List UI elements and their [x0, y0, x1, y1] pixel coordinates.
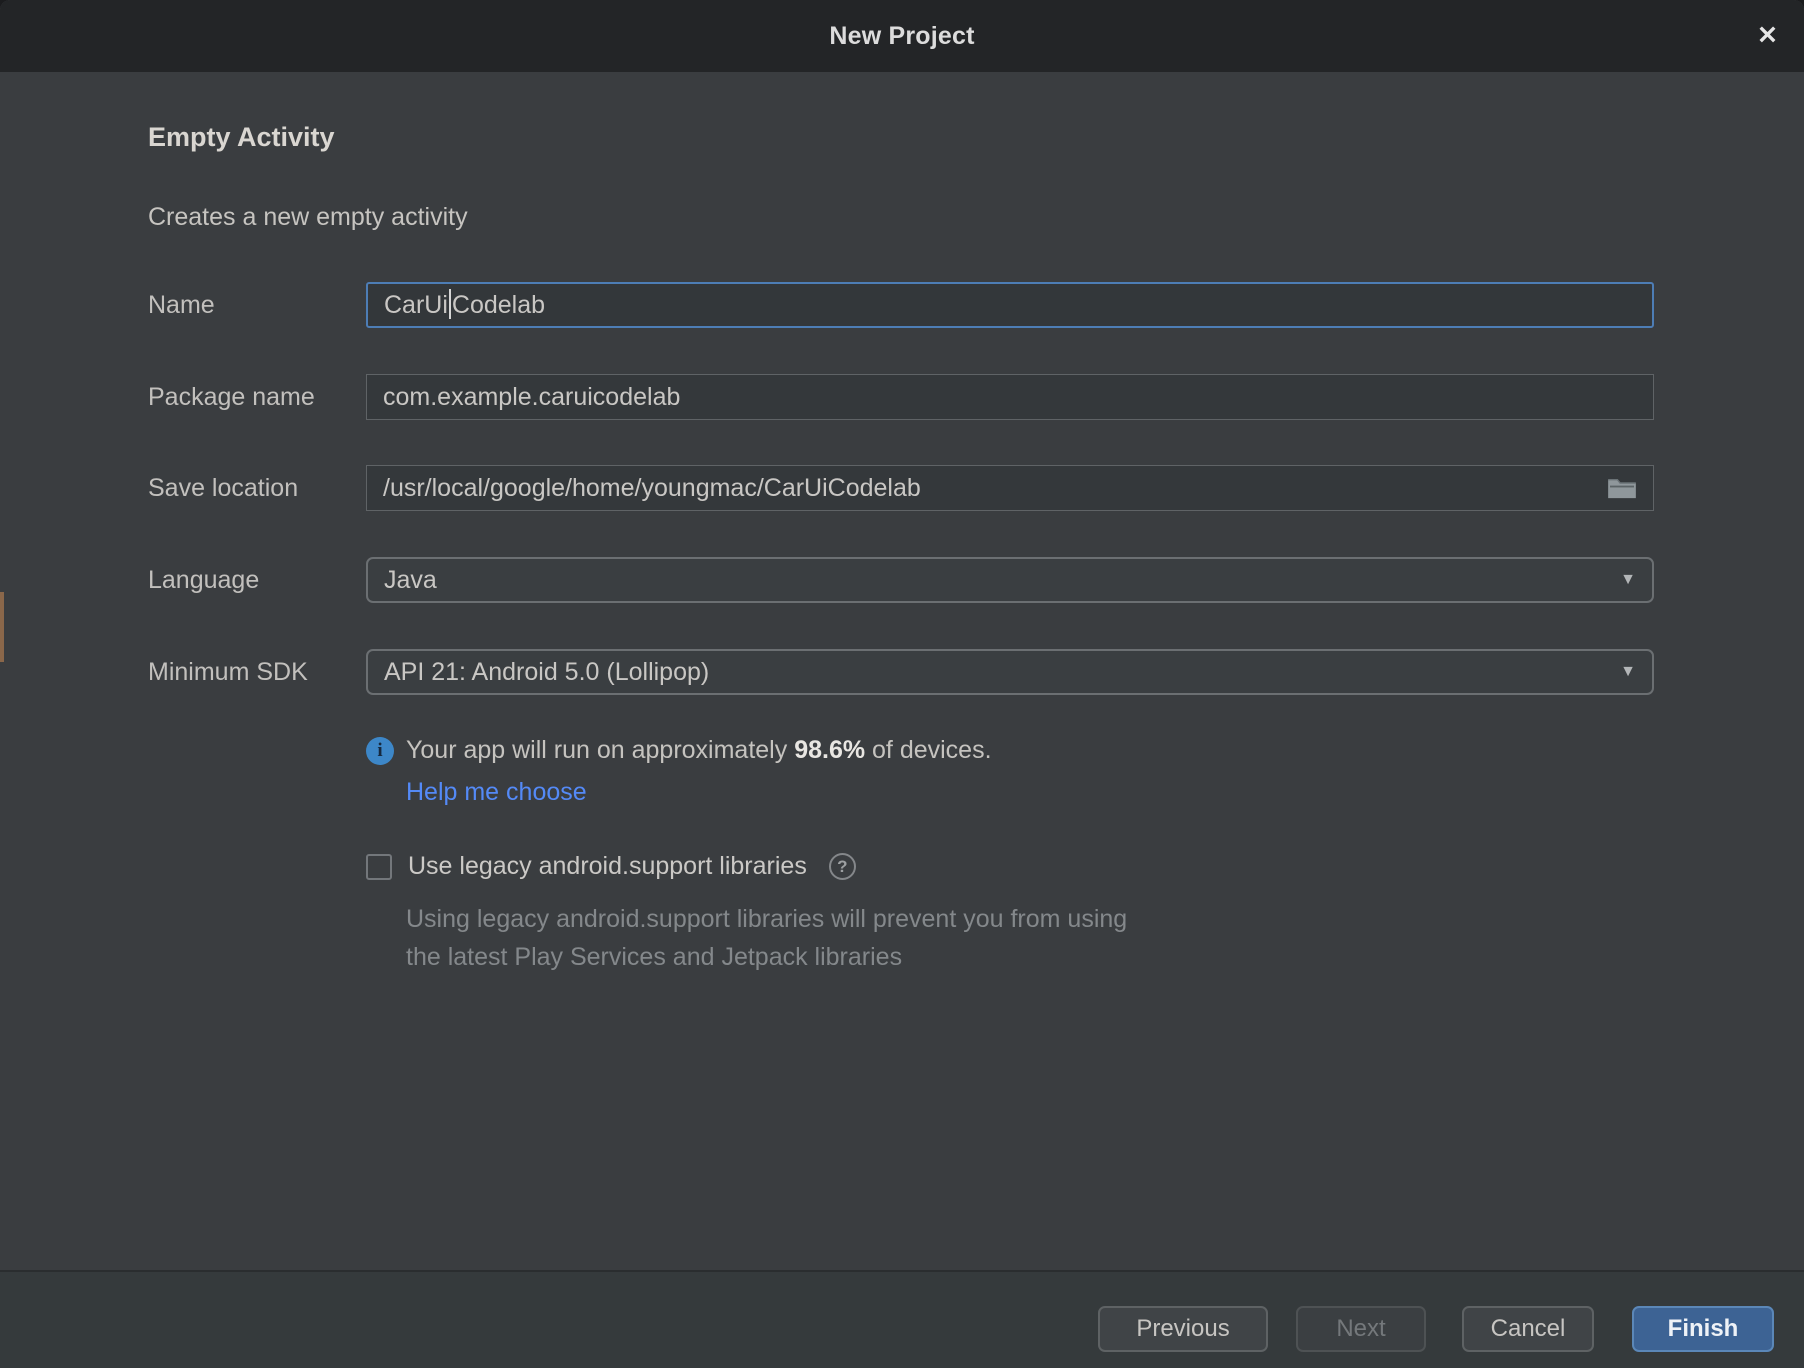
legacy-libraries-checkbox[interactable] — [366, 854, 392, 880]
save-location-value: /usr/local/google/home/youngmac/CarUiCod… — [383, 474, 921, 503]
sdk-coverage-text: Your app will run on approximately 98.6%… — [406, 736, 992, 765]
package-name-value: com.example.caruicodelab — [383, 383, 680, 412]
info-icon: i — [366, 737, 394, 765]
min-sdk-dropdown[interactable]: API 21: Android 5.0 (Lollipop) ▼ — [366, 649, 1654, 695]
legacy-libraries-description: Using legacy android.support libraries w… — [406, 900, 1127, 976]
activity-type-subtitle: Creates a new empty activity — [148, 203, 468, 232]
screen-edge-artifact — [0, 592, 4, 662]
save-location-input[interactable]: /usr/local/google/home/youngmac/CarUiCod… — [366, 465, 1654, 511]
cancel-button[interactable]: Cancel — [1462, 1306, 1594, 1352]
language-selected-value: Java — [384, 566, 437, 595]
min-sdk-selected-value: API 21: Android 5.0 (Lollipop) — [384, 658, 709, 687]
new-project-dialog: New Project ✕ Empty Activity Creates a n… — [0, 0, 1804, 1368]
name-input[interactable]: CarUiCodelab — [366, 282, 1654, 328]
name-value-after-cursor: Codelab — [452, 291, 545, 320]
package-name-input[interactable]: com.example.caruicodelab — [366, 374, 1654, 420]
name-value-before-cursor: CarUi — [384, 291, 448, 320]
legacy-description-line1: Using legacy android.support libraries w… — [406, 900, 1127, 938]
folder-icon[interactable] — [1607, 476, 1637, 500]
previous-button[interactable]: Previous — [1098, 1306, 1268, 1352]
min-sdk-label: Minimum SDK — [148, 649, 308, 695]
legacy-description-line2: the latest Play Services and Jetpack lib… — [406, 938, 1127, 976]
help-icon[interactable]: ? — [829, 853, 856, 880]
package-name-label: Package name — [148, 374, 315, 420]
dialog-titlebar: New Project ✕ — [0, 0, 1804, 72]
language-label: Language — [148, 557, 259, 603]
text-cursor — [449, 289, 451, 319]
legacy-libraries-label: Use legacy android.support libraries — [408, 852, 807, 881]
dialog-title: New Project — [829, 22, 974, 51]
name-label: Name — [148, 282, 215, 328]
sdk-coverage-info: i Your app will run on approximately 98.… — [366, 736, 992, 765]
next-button[interactable]: Next — [1296, 1306, 1426, 1352]
chevron-down-icon: ▼ — [1620, 571, 1636, 589]
close-icon[interactable]: ✕ — [1757, 24, 1778, 49]
legacy-libraries-row: Use legacy android.support libraries ? — [366, 852, 856, 881]
finish-button[interactable]: Finish — [1632, 1306, 1774, 1352]
activity-type-title: Empty Activity — [148, 122, 335, 153]
save-location-label: Save location — [148, 465, 298, 511]
help-me-choose-link[interactable]: Help me choose — [406, 778, 587, 807]
sdk-coverage-percent: 98.6% — [794, 736, 865, 764]
chevron-down-icon: ▼ — [1620, 663, 1636, 681]
footer-bar: Previous Next Cancel Finish — [0, 1272, 1804, 1368]
language-dropdown[interactable]: Java ▼ — [366, 557, 1654, 603]
